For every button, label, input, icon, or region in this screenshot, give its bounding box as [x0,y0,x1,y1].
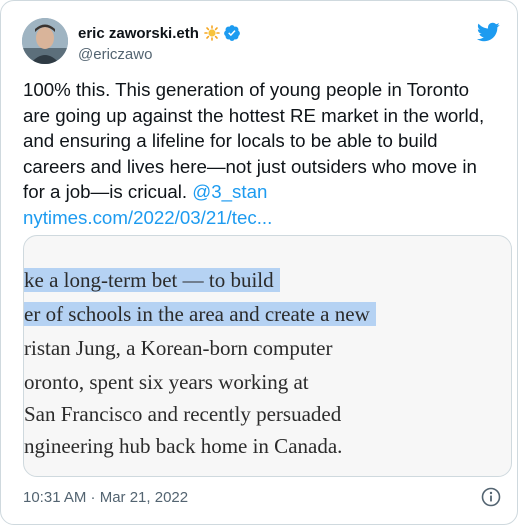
media-image[interactable]: ke a long-term bet — to build er of scho… [23,235,512,477]
article-text-line: ristan Jung, a Korean-born computer [24,336,333,360]
article-text-line: ngineering hub back home in Canada. [24,434,343,458]
verified-badge-icon [223,24,241,42]
display-name[interactable]: eric zaworski.eth [78,25,199,42]
timestamp[interactable]: 10:31 AM · Mar 21, 2022 [23,489,188,506]
article-screenshot: ke a long-term bet — to build er of scho… [24,236,511,476]
article-text-line: San Francisco and recently persuaded [24,402,342,426]
sun-emoji-icon [204,25,220,41]
twitter-bird-icon[interactable] [476,20,500,44]
highlighted-text-line: er of schools in the area and create a n… [24,302,376,326]
tweet-text: 100% this. This generation of young peop… [23,77,499,231]
article-link[interactable]: nytimes.com/2022/03/21/tec... [23,207,272,228]
info-icon[interactable] [481,487,501,507]
article-text-line: oronto, spent six years working at [24,370,309,394]
avatar[interactable] [22,18,68,64]
highlighted-text-line: ke a long-term bet — to build [24,268,280,292]
handle[interactable]: @ericzawo [78,46,241,63]
user-info: eric zaworski.eth @ericzawo [78,23,241,63]
tweet-card[interactable]: eric zaworski.eth @ericzawo 100% this. T… [0,0,518,525]
mention-link[interactable]: @3_stan [192,181,267,202]
